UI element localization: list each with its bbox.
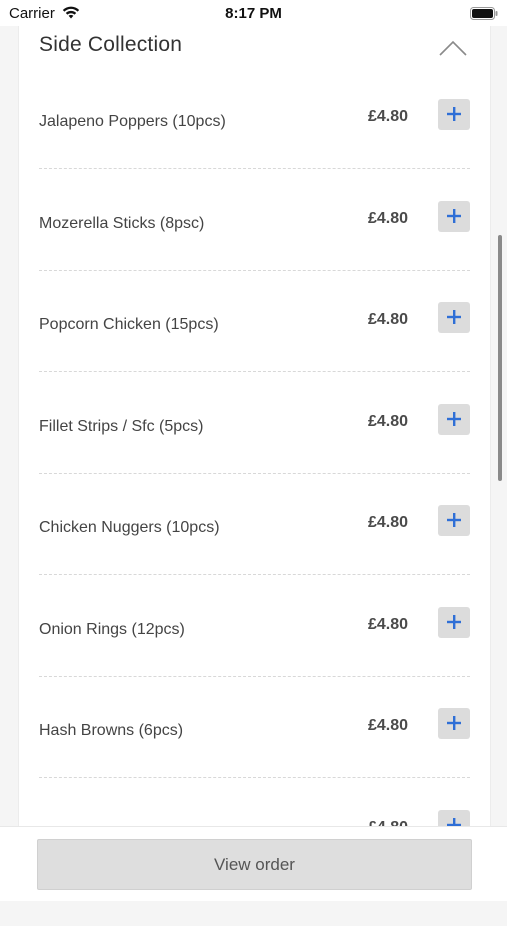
item-divider (39, 472, 470, 474)
item-name: Onion Rings (12pcs) (39, 620, 185, 638)
add-item-button[interactable] (438, 403, 470, 435)
item-price: £4.80 (367, 209, 408, 227)
item-price: £4.80 (367, 311, 408, 328)
view-order-button[interactable]: View order (37, 839, 472, 890)
plus-icon (447, 411, 461, 426)
item-divider (39, 371, 470, 372)
plus-icon (447, 614, 461, 629)
plus-icon (447, 107, 461, 121)
add-item-button[interactable] (438, 99, 470, 130)
status-time: 8:17 PM (225, 5, 282, 22)
add-item-button[interactable] (438, 302, 470, 333)
chevron-up-icon[interactable] (438, 39, 468, 57)
menu-item: Onion Rings (12pcs) £4.80 (39, 606, 470, 723)
item-name: Fillet Strips / Sfc (5pcs) (39, 417, 204, 435)
scrollbar[interactable] (498, 235, 502, 481)
add-item-button[interactable] (438, 606, 470, 638)
battery-icon (470, 7, 498, 20)
item-divider (39, 269, 470, 271)
status-bar: Carrier 8:17 PM (0, 0, 507, 26)
menu-item: Jalapeno Poppers (10pcs) £4.80 (39, 99, 470, 215)
item-price: £4.80 (367, 412, 408, 430)
add-item-button[interactable] (438, 200, 470, 232)
section-title: Side Collection (39, 33, 183, 56)
item-price: £4.80 (367, 615, 408, 633)
item-name: Popcorn Chicken (15pcs) (39, 316, 219, 333)
plus-icon (447, 513, 461, 527)
item-divider (39, 168, 470, 169)
item-divider (39, 675, 470, 677)
item-price: £4.80 (367, 514, 408, 531)
side-collection-card: Side Collection Jalapeno Poppers (10pcs)… (18, 11, 491, 880)
menu-item: Chicken Nuggers (10pcs) £4.80 (39, 505, 470, 621)
menu-item: Fillet Strips / Sfc (5pcs) £4.80 (39, 403, 470, 520)
item-price: £4.80 (367, 717, 408, 734)
item-name: Jalapeno Poppers (10pcs) (39, 113, 226, 130)
plus-icon (447, 310, 461, 324)
menu-item: Popcorn Chicken (15pcs) £4.80 (39, 302, 470, 418)
plus-icon (447, 716, 461, 730)
menu-item: Hash Browns (6pcs) £4.80 (39, 708, 470, 824)
footer-bar: View order (0, 826, 507, 901)
add-item-button[interactable] (438, 708, 470, 739)
item-name: Mozerella Sticks (8psc) (39, 214, 205, 232)
item-name: Hash Browns (6pcs) (39, 722, 184, 739)
item-divider (39, 574, 470, 575)
plus-icon (447, 208, 461, 223)
add-item-button[interactable] (438, 505, 470, 536)
menu-item: Mozerella Sticks (8psc) £4.80 (39, 200, 470, 317)
item-divider (39, 777, 470, 778)
item-price: £4.80 (367, 108, 408, 125)
item-name: Chicken Nuggers (10pcs) (39, 519, 220, 536)
